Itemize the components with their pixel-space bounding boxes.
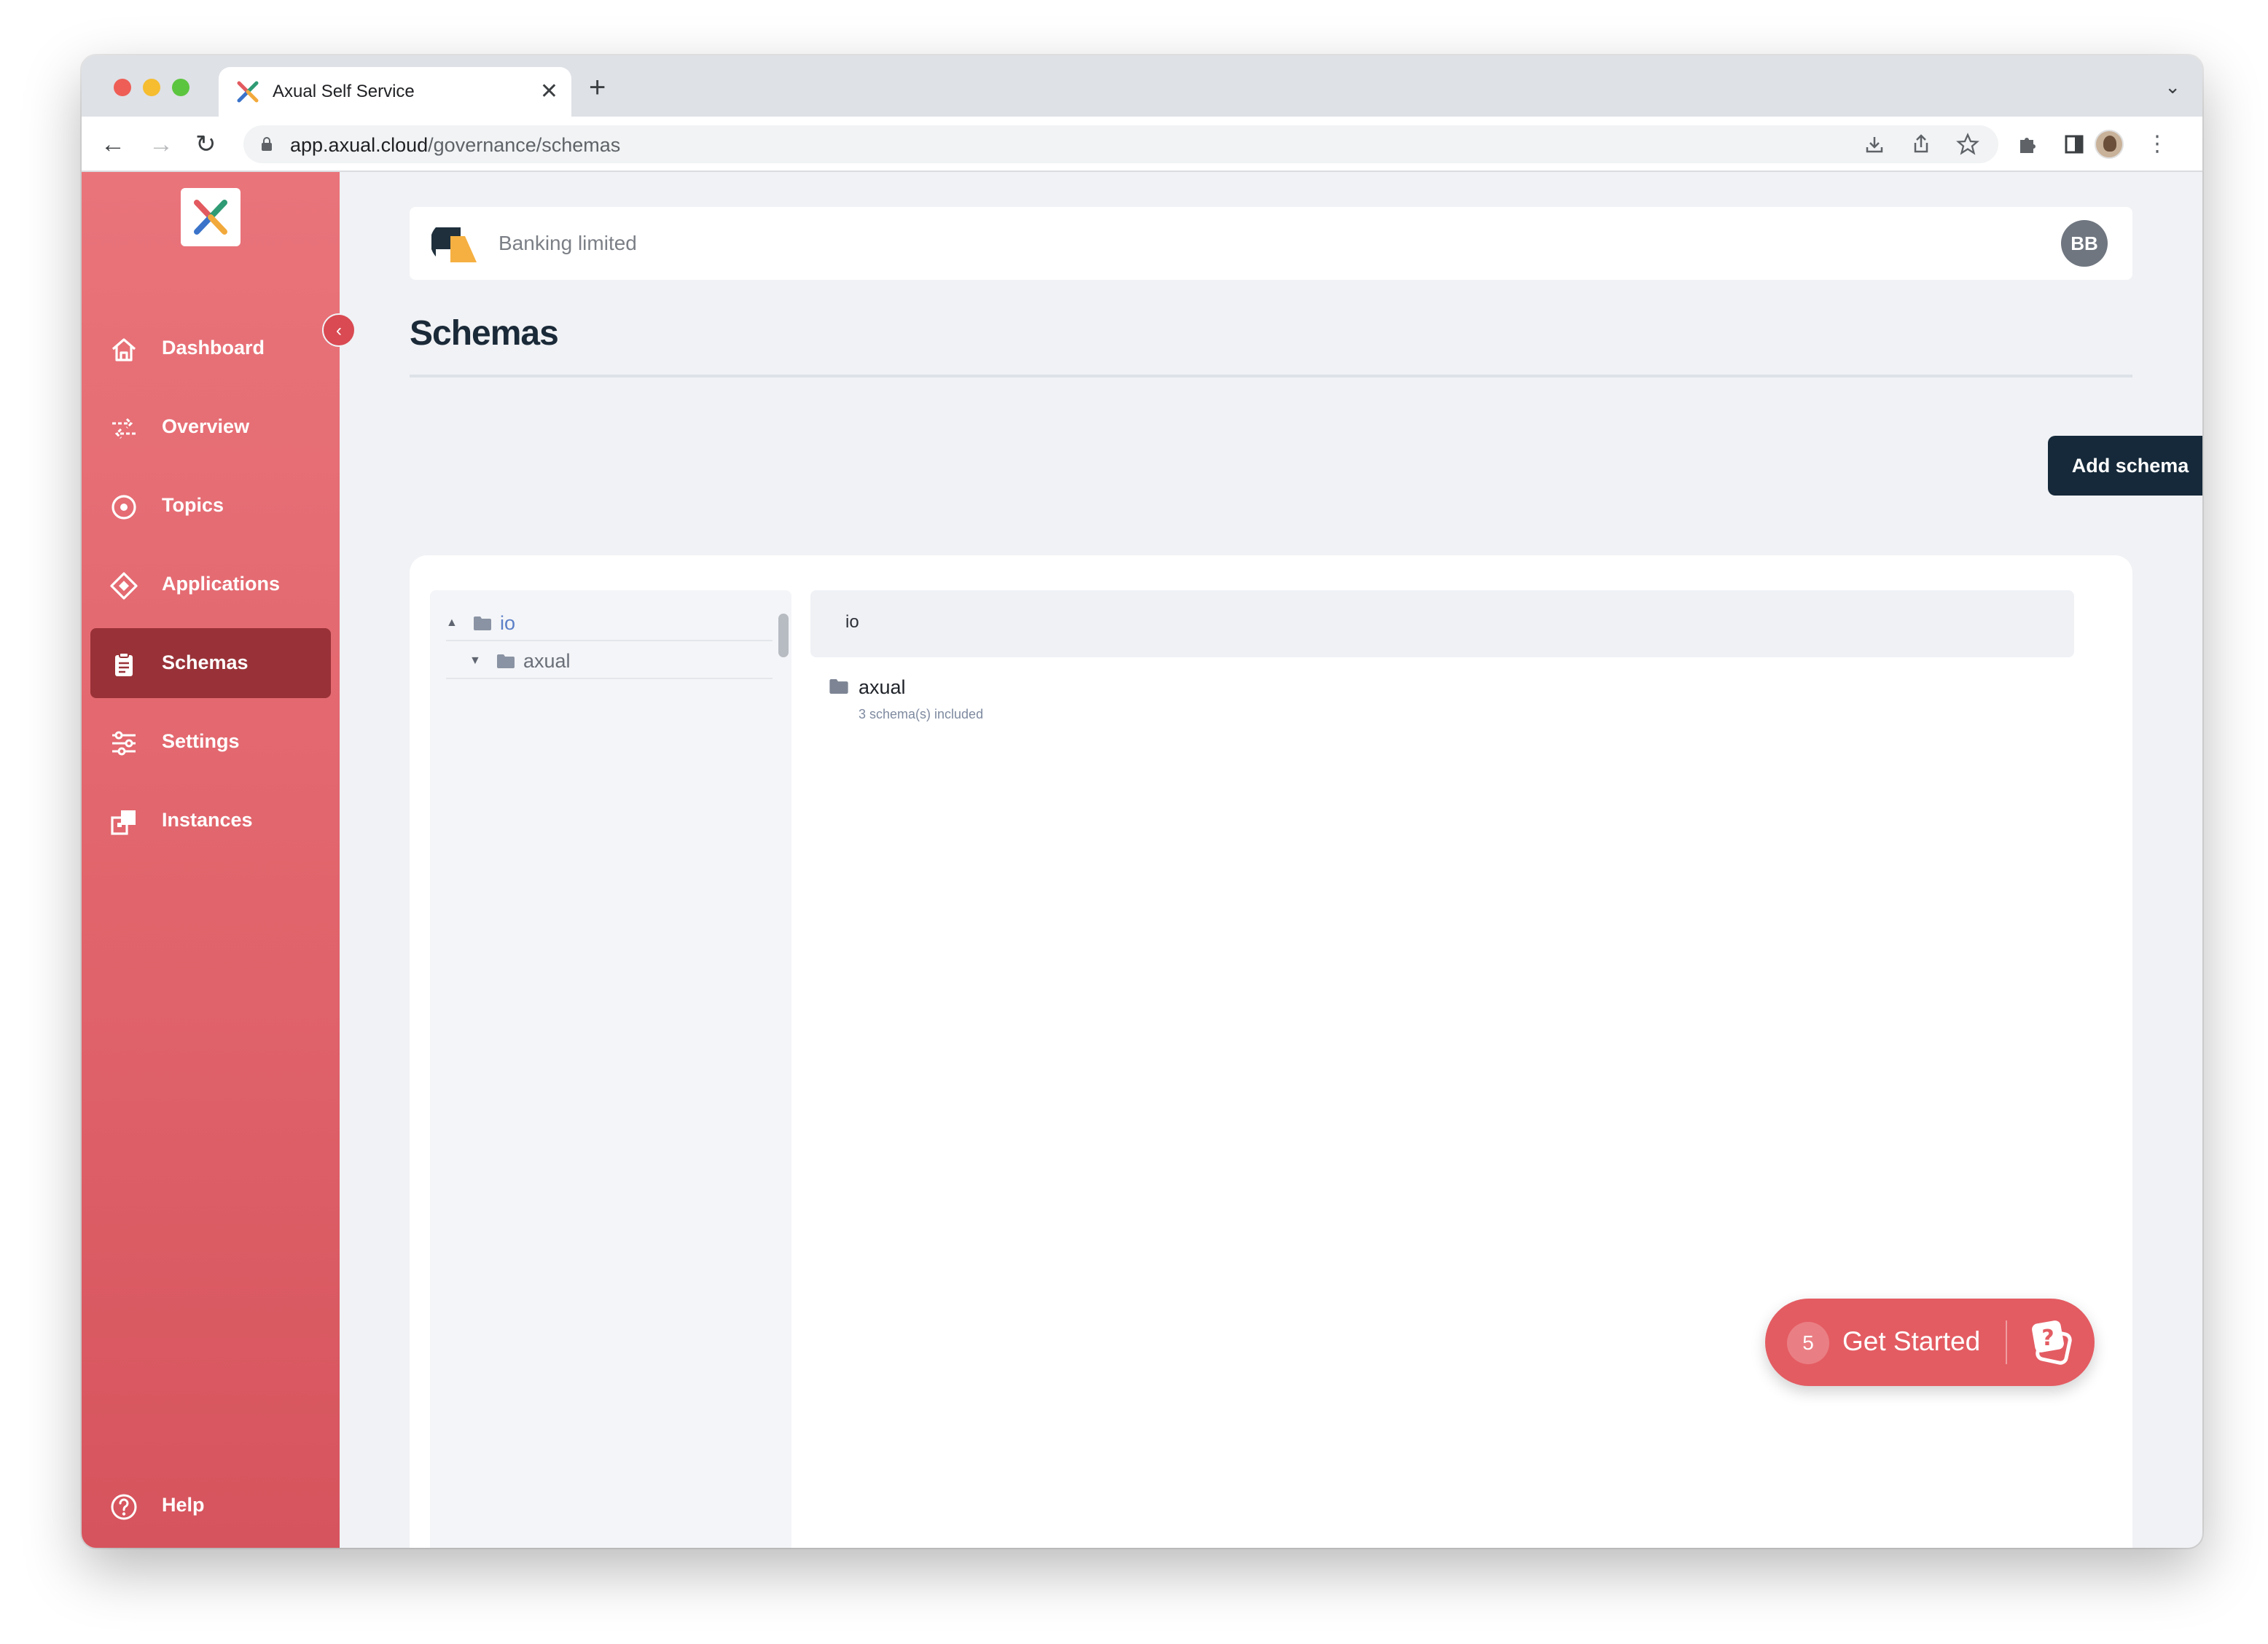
url-path: /governance/schemas xyxy=(428,134,621,156)
sidebar-item-label: Applications xyxy=(162,573,281,595)
sidebar-item-label: Overview xyxy=(162,415,250,437)
caret-down-icon[interactable]: ▼ xyxy=(469,654,481,668)
organization-logo-icon xyxy=(431,220,478,267)
tab-search-chevron-icon[interactable]: ⌄ xyxy=(2165,76,2181,98)
topic-icon xyxy=(112,495,136,520)
add-schema-button[interactable]: Add schema xyxy=(2048,436,2202,496)
collapse-sidebar-button[interactable]: ‹ xyxy=(322,313,356,347)
sidebar-item-help[interactable]: Help xyxy=(90,1471,331,1541)
side-panel-icon[interactable] xyxy=(2061,131,2087,157)
sidebar-item-instances[interactable]: Instances xyxy=(90,786,331,856)
title-divider xyxy=(410,375,2132,377)
main-content: Banking limited BB Schemas Add schema ▲ … xyxy=(340,172,2202,1548)
sidebar-item-schemas[interactable]: Schemas xyxy=(90,628,331,698)
axual-favicon-icon xyxy=(237,81,259,103)
sidebar-item-label: Settings xyxy=(162,730,240,752)
folder-name: axual xyxy=(859,676,906,698)
axual-logo[interactable] xyxy=(181,188,241,246)
caret-up-icon[interactable]: ▲ xyxy=(446,616,458,630)
reload-icon[interactable]: ↻ xyxy=(195,130,216,159)
extensions-puzzle-icon[interactable] xyxy=(2014,131,2041,157)
schema-icon xyxy=(115,652,133,676)
axual-logo-icon xyxy=(194,200,227,235)
sidebar-item-applications[interactable]: Applications xyxy=(90,549,331,619)
application-icon xyxy=(110,572,138,600)
home-icon xyxy=(112,338,136,361)
maximize-window-button[interactable] xyxy=(172,79,189,96)
browser-tab[interactable]: Axual Self Service ✕ xyxy=(219,67,571,117)
get-started-count-badge: 5 xyxy=(1787,1322,1829,1364)
tree-node-axual[interactable]: ▼ axual xyxy=(446,643,773,679)
folder-icon xyxy=(474,616,491,630)
tree-node-io[interactable]: ▲ io xyxy=(446,605,773,641)
tree-scrollbar[interactable] xyxy=(778,614,789,657)
share-icon[interactable] xyxy=(1908,131,1934,157)
svg-text:?: ? xyxy=(2041,1326,2054,1351)
breadcrumb-item[interactable]: io xyxy=(845,612,859,633)
help-icon xyxy=(111,1494,137,1520)
close-window-button[interactable] xyxy=(114,79,131,96)
sidebar-item-label: Instances xyxy=(162,809,253,831)
back-arrow-icon[interactable]: ← xyxy=(101,130,125,159)
help-chat-icon: ? xyxy=(2032,1320,2072,1365)
tab-title: Axual Self Service xyxy=(273,82,415,101)
lock-icon xyxy=(262,137,272,151)
address-bar[interactable]: app.axual.cloud/governance/schemas xyxy=(243,125,1998,163)
sidebar-item-settings[interactable]: Settings xyxy=(90,707,331,777)
sidebar-item-label: Help xyxy=(162,1494,205,1516)
tree-node-label: io xyxy=(500,612,516,634)
install-app-icon[interactable] xyxy=(1861,131,1888,157)
new-tab-button[interactable]: + xyxy=(589,73,606,102)
folder-icon xyxy=(829,679,848,694)
get-started-button[interactable]: 5 Get Started ? xyxy=(1765,1299,2095,1386)
browser-toolbar: ← → ↻ app.axual.cloud/governance/schemas xyxy=(82,117,2202,172)
sidebar: Dashboard Overview Topics Applications S… xyxy=(82,172,340,1548)
settings-icon xyxy=(112,731,136,756)
tab-close-icon[interactable]: ✕ xyxy=(540,77,558,106)
url-host: app.axual.cloud xyxy=(290,134,429,156)
sidebar-item-label: Topics xyxy=(162,494,224,516)
minimize-window-button[interactable] xyxy=(143,79,160,96)
forward-arrow-icon[interactable]: → xyxy=(149,130,173,159)
sidebar-item-dashboard[interactable]: Dashboard xyxy=(90,313,331,383)
url-text: app.axual.cloud/governance/schemas xyxy=(290,134,620,157)
folder-schema-count: 3 schema(s) included xyxy=(859,707,984,721)
schemas-card: ▲ io ▼ axual io axual 3 schema(s) includ… xyxy=(410,555,2132,1548)
organization-name: Banking limited xyxy=(498,232,637,254)
schema-tree-panel: ▲ io ▼ axual xyxy=(430,590,791,1548)
tab-strip: Axual Self Service ✕ + ⌄ xyxy=(82,55,2202,117)
organization-header: Banking limited BB xyxy=(410,207,2132,280)
sidebar-item-label: Dashboard xyxy=(162,337,265,359)
browser-menu-icon[interactable]: ⋮ xyxy=(2144,131,2170,157)
overview-icon xyxy=(112,418,136,439)
get-started-label: Get Started xyxy=(1842,1326,1981,1356)
user-avatar[interactable]: BB xyxy=(2061,220,2108,267)
sidebar-item-label: Schemas xyxy=(162,651,249,673)
page-title: Schemas xyxy=(410,314,559,353)
browser-profile-avatar[interactable] xyxy=(2095,130,2124,159)
breadcrumb: io xyxy=(810,590,2074,657)
tree-node-label: axual xyxy=(523,650,571,672)
bookmark-star-icon[interactable] xyxy=(1955,131,1981,157)
instances-icon xyxy=(111,810,136,835)
get-started-divider xyxy=(2006,1320,2007,1364)
sidebar-item-overview[interactable]: Overview xyxy=(90,392,331,462)
browser-window: Axual Self Service ✕ + ⌄ ← → ↻ app.axual… xyxy=(82,55,2202,1548)
folder-icon xyxy=(497,654,515,668)
sidebar-item-topics[interactable]: Topics xyxy=(90,471,331,541)
